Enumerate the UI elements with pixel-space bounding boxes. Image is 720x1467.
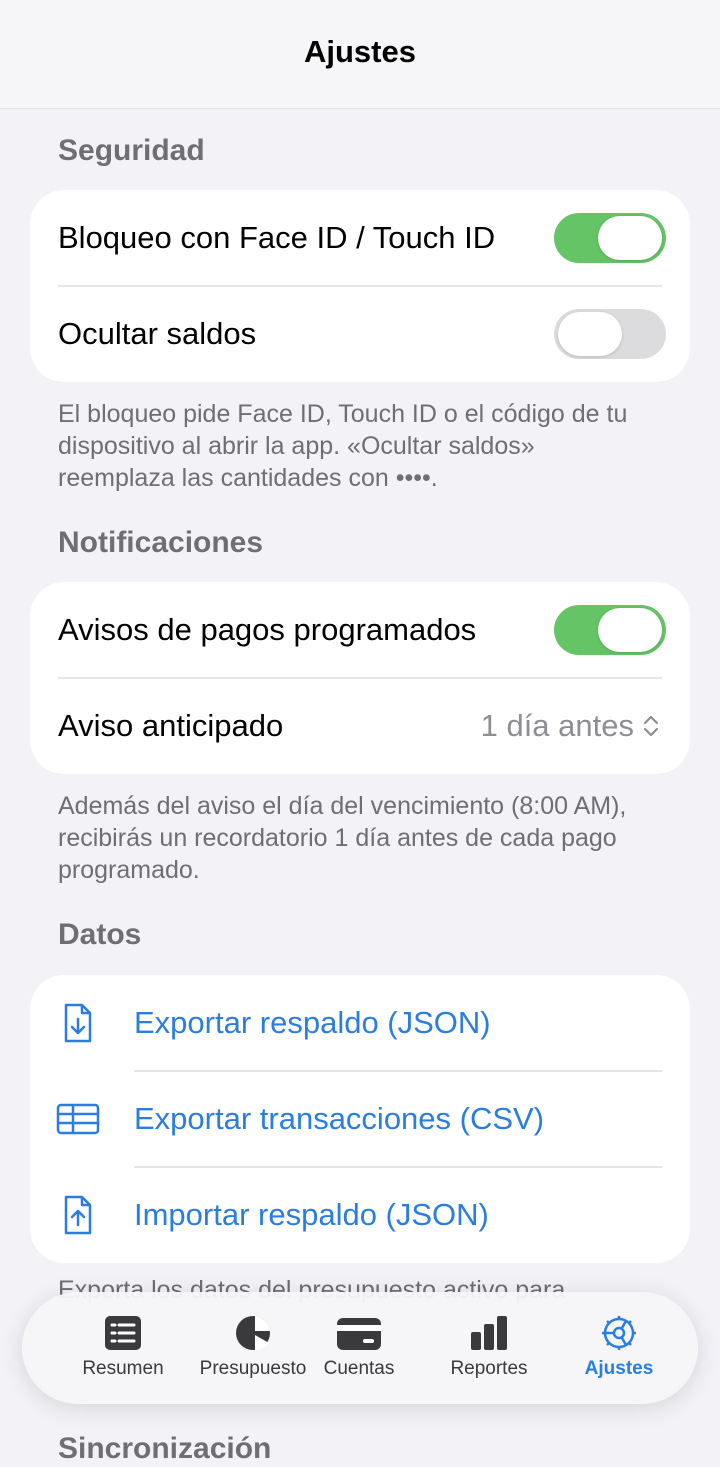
face-id-lock-toggle[interactable] — [554, 213, 666, 263]
toggle-knob — [558, 312, 622, 356]
section-header-sync: Sincronización — [58, 1432, 272, 1465]
gear-icon — [602, 1316, 636, 1350]
hide-balances-toggle[interactable] — [554, 309, 666, 359]
list-icon — [105, 1316, 141, 1350]
payment-reminders-toggle[interactable] — [554, 605, 666, 655]
payment-reminders-label: Avisos de pagos programados — [58, 612, 477, 647]
credit-card-icon — [337, 1318, 381, 1350]
export-transactions-label: Exportar transacciones (CSV) — [134, 1101, 545, 1136]
section-header-security: Seguridad — [58, 134, 205, 167]
export-transactions-button[interactable]: Exportar transacciones (CSV) — [30, 1071, 690, 1167]
security-group: Bloqueo con Face ID / Touch ID Ocultar s… — [30, 190, 690, 382]
toggle-knob — [598, 608, 662, 652]
section-header-notifications: Notificaciones — [58, 526, 264, 559]
face-id-lock-row: Bloqueo con Face ID / Touch ID — [30, 190, 690, 286]
notifications-footer: Además del aviso el día del vencimiento … — [58, 792, 627, 884]
advance-notice-picker[interactable]: 1 día antes — [481, 708, 660, 744]
export-backup-label: Exportar respaldo (JSON) — [134, 1005, 491, 1040]
bar-chart-icon — [471, 1316, 507, 1350]
advance-notice-value: 1 día antes — [480, 708, 634, 743]
import-backup-button[interactable]: Importar respaldo (JSON) — [30, 1167, 690, 1263]
tab-label: Cuentas — [323, 1358, 395, 1379]
tab-resumen[interactable]: Resumen — [58, 1302, 188, 1394]
document-upload-icon — [64, 1195, 92, 1235]
tab-reportes[interactable]: Reportes — [424, 1302, 554, 1394]
advance-notice-label: Aviso anticipado — [58, 708, 284, 743]
security-footer: El bloqueo pide Face ID, Touch ID o el c… — [58, 400, 628, 492]
page-title: Ajustes — [304, 34, 416, 69]
export-backup-button[interactable]: Exportar respaldo (JSON) — [30, 975, 690, 1071]
import-backup-label: Importar respaldo (JSON) — [134, 1197, 489, 1232]
data-group: Exportar respaldo (JSON) Exportar transa… — [30, 975, 690, 1263]
tab-ajustes[interactable]: Ajustes — [554, 1302, 684, 1394]
document-download-icon — [64, 1003, 92, 1043]
face-id-lock-label: Bloqueo con Face ID / Touch ID — [58, 220, 496, 255]
toggle-knob — [598, 216, 662, 260]
tab-label: Resumen — [82, 1358, 164, 1379]
payment-reminders-row: Avisos de pagos programados — [30, 582, 690, 678]
notifications-group: Avisos de pagos programados Aviso antici… — [30, 582, 690, 774]
tab-cuentas[interactable]: Cuentas — [294, 1302, 424, 1394]
tab-label: Reportes — [450, 1358, 528, 1379]
advance-notice-row[interactable]: Aviso anticipado 1 día antes — [30, 678, 690, 774]
section-header-data: Datos — [58, 918, 142, 951]
hide-balances-row: Ocultar saldos — [30, 286, 690, 382]
tab-label: Ajustes — [584, 1358, 654, 1379]
chevron-up-down-icon — [643, 715, 659, 737]
table-icon — [56, 1103, 100, 1135]
tab-bar: Resumen Presupuesto Cuentas Reportes Aju… — [22, 1292, 698, 1404]
navigation-bar: Ajustes — [0, 0, 720, 109]
pie-chart-icon — [236, 1316, 270, 1351]
hide-balances-label: Ocultar saldos — [58, 316, 257, 351]
